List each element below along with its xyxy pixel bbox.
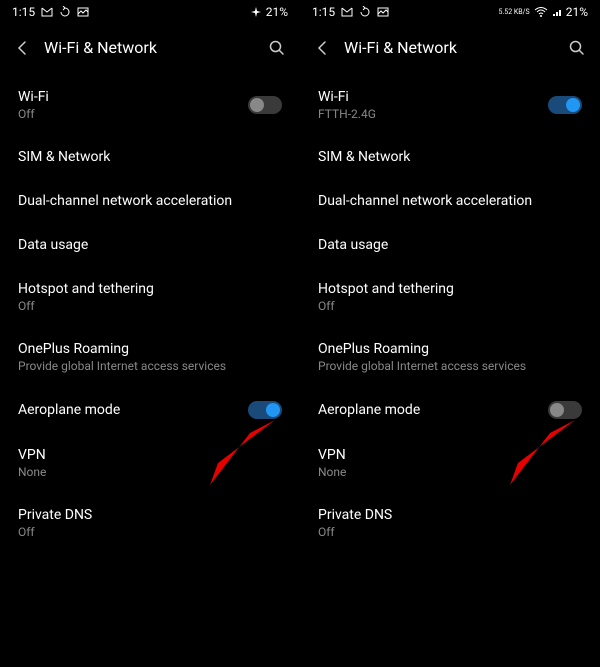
row-datausage[interactable]: Data usage bbox=[318, 223, 582, 267]
dualchannel-title: Dual-channel network acceleration bbox=[18, 193, 232, 209]
aeroplane-toggle[interactable] bbox=[248, 401, 282, 419]
vpn-sub: None bbox=[318, 465, 346, 479]
aeroplane-title: Aeroplane mode bbox=[318, 402, 420, 418]
row-vpn[interactable]: VPN None bbox=[318, 433, 582, 493]
row-dualchannel[interactable]: Dual-channel network acceleration bbox=[318, 179, 582, 223]
screen-left: 1:15 21% Wi-Fi & Network bbox=[0, 0, 300, 667]
vpn-sub: None bbox=[18, 465, 46, 479]
sync-icon bbox=[359, 6, 371, 18]
sim-title: SIM & Network bbox=[318, 149, 410, 165]
wifi-sub: FTTH-2.4G bbox=[318, 107, 376, 121]
datausage-title: Data usage bbox=[318, 237, 388, 253]
hotspot-sub: Off bbox=[18, 299, 154, 313]
wifi-toggle[interactable] bbox=[248, 96, 282, 114]
row-roaming[interactable]: OnePlus Roaming Provide global Internet … bbox=[318, 327, 582, 387]
row-datausage[interactable]: Data usage bbox=[18, 223, 282, 267]
aeroplane-toggle[interactable] bbox=[548, 401, 582, 419]
search-button[interactable] bbox=[268, 39, 286, 57]
vpn-title: VPN bbox=[18, 447, 46, 463]
roaming-sub: Provide global Internet access services bbox=[318, 359, 526, 373]
settings-list: Wi-Fi FTTH-2.4G SIM & Network Dual-chann… bbox=[300, 75, 600, 667]
image-icon bbox=[377, 7, 389, 17]
roaming-title: OnePlus Roaming bbox=[318, 341, 526, 357]
row-roaming[interactable]: OnePlus Roaming Provide global Internet … bbox=[18, 327, 282, 387]
hotspot-sub: Off bbox=[318, 299, 454, 313]
signal-icon bbox=[552, 7, 562, 17]
status-bar: 1:15 5.52 KB/S 21% bbox=[300, 0, 600, 24]
status-speed: 5.52 KB/S bbox=[499, 9, 530, 16]
row-vpn[interactable]: VPN None bbox=[18, 433, 282, 493]
status-right: 21% bbox=[250, 5, 288, 19]
status-time: 1:15 bbox=[12, 5, 35, 19]
page-title: Wi-Fi & Network bbox=[44, 38, 256, 57]
row-pdns[interactable]: Private DNS Off bbox=[318, 493, 582, 553]
gmail-icon bbox=[341, 7, 353, 17]
wifi-title: Wi-Fi bbox=[18, 89, 49, 105]
status-time: 1:15 bbox=[312, 5, 335, 19]
row-wifi[interactable]: Wi-Fi Off bbox=[18, 75, 282, 135]
back-button[interactable] bbox=[14, 39, 32, 57]
row-hotspot[interactable]: Hotspot and tethering Off bbox=[18, 267, 282, 327]
dualchannel-title: Dual-channel network acceleration bbox=[318, 193, 532, 209]
vpn-title: VPN bbox=[318, 447, 346, 463]
wifi-title: Wi-Fi bbox=[318, 89, 376, 105]
page-title: Wi-Fi & Network bbox=[344, 38, 556, 57]
status-bar: 1:15 21% bbox=[0, 0, 300, 24]
row-sim[interactable]: SIM & Network bbox=[318, 135, 582, 179]
row-aeroplane[interactable]: Aeroplane mode bbox=[18, 387, 282, 433]
status-right: 5.52 KB/S 21% bbox=[499, 5, 588, 19]
sync-icon bbox=[59, 6, 71, 18]
hotspot-title: Hotspot and tethering bbox=[318, 281, 454, 297]
wifi-toggle[interactable] bbox=[548, 96, 582, 114]
status-battery: 21% bbox=[566, 5, 588, 19]
settings-list: Wi-Fi Off SIM & Network Dual-channel net… bbox=[0, 75, 300, 667]
row-wifi[interactable]: Wi-Fi FTTH-2.4G bbox=[318, 75, 582, 135]
sim-title: SIM & Network bbox=[18, 149, 110, 165]
airplane-icon bbox=[250, 6, 262, 18]
pdns-title: Private DNS bbox=[318, 507, 392, 523]
back-button[interactable] bbox=[314, 39, 332, 57]
status-battery: 21% bbox=[266, 5, 288, 19]
header: Wi-Fi & Network bbox=[0, 24, 300, 75]
datausage-title: Data usage bbox=[18, 237, 88, 253]
wifi-sub: Off bbox=[18, 107, 49, 121]
image-icon bbox=[77, 7, 89, 17]
row-sim[interactable]: SIM & Network bbox=[18, 135, 282, 179]
gmail-icon bbox=[41, 7, 53, 17]
header: Wi-Fi & Network bbox=[300, 24, 600, 75]
row-pdns[interactable]: Private DNS Off bbox=[18, 493, 282, 553]
pdns-sub: Off bbox=[18, 525, 92, 539]
status-left: 1:15 bbox=[12, 5, 89, 19]
hotspot-title: Hotspot and tethering bbox=[18, 281, 154, 297]
aeroplane-title: Aeroplane mode bbox=[18, 402, 120, 418]
row-dualchannel[interactable]: Dual-channel network acceleration bbox=[18, 179, 282, 223]
screen-right: 1:15 5.52 KB/S 21% Wi-Fi & Net bbox=[300, 0, 600, 667]
wifi-icon bbox=[534, 7, 548, 17]
status-left: 1:15 bbox=[312, 5, 389, 19]
roaming-sub: Provide global Internet access services bbox=[18, 359, 226, 373]
pdns-title: Private DNS bbox=[18, 507, 92, 523]
row-hotspot[interactable]: Hotspot and tethering Off bbox=[318, 267, 582, 327]
roaming-title: OnePlus Roaming bbox=[18, 341, 226, 357]
pdns-sub: Off bbox=[318, 525, 392, 539]
search-button[interactable] bbox=[568, 39, 586, 57]
row-aeroplane[interactable]: Aeroplane mode bbox=[318, 387, 582, 433]
